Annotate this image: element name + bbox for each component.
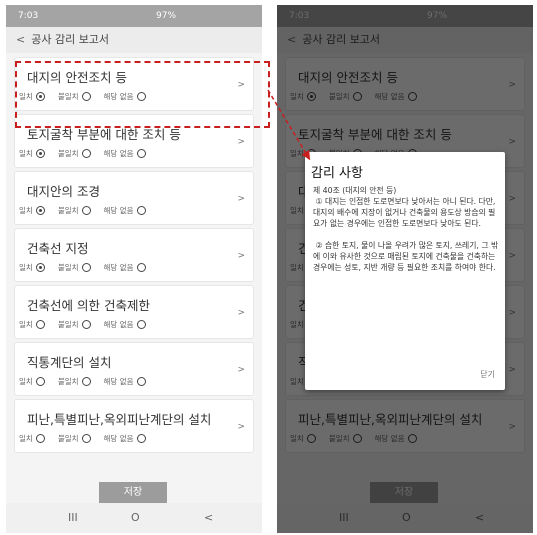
pointer-arrow-icon: [267, 89, 311, 161]
